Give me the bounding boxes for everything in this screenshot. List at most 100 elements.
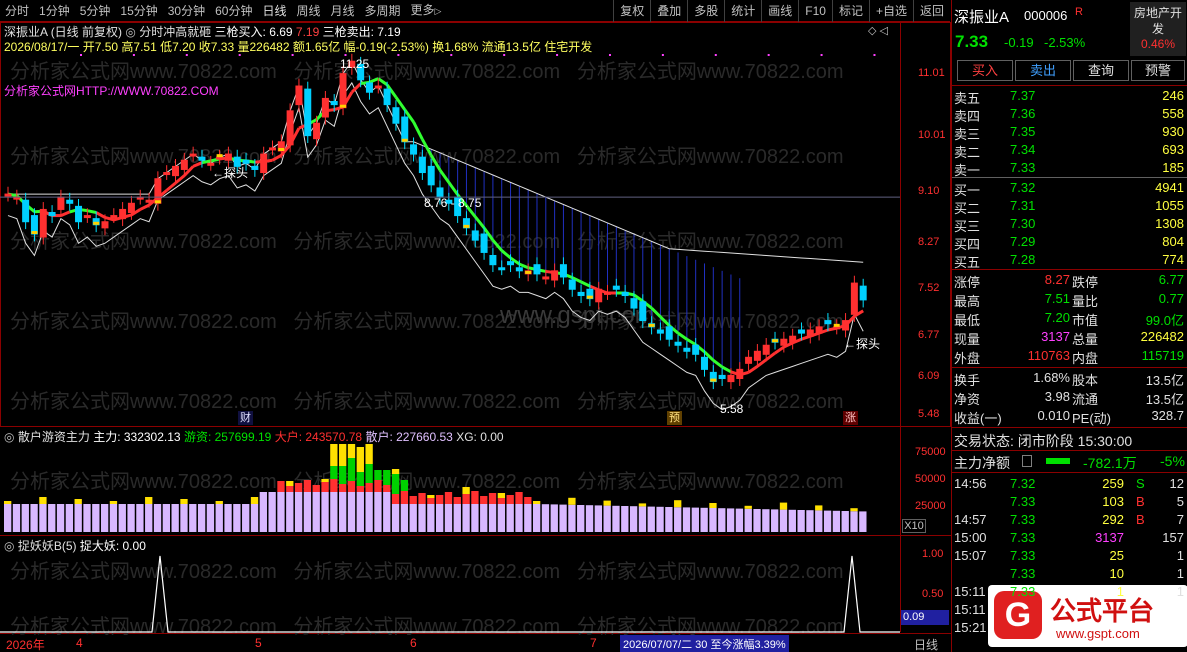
stat-value: 7.51 xyxy=(1044,291,1070,306)
signal-dot xyxy=(714,54,717,56)
candle-body xyxy=(154,178,162,204)
volume-bar-sanhu xyxy=(12,504,21,532)
volume-bar-youzi xyxy=(365,464,373,483)
stat-value: 3137 xyxy=(1041,329,1070,344)
period-5min[interactable]: 5分钟 xyxy=(75,0,116,22)
volume-bar-sanhu xyxy=(100,504,109,532)
bid-volume: 1055 xyxy=(1155,198,1184,213)
volume-bar-dahu xyxy=(383,485,391,492)
vol-title: 散户游资主力 xyxy=(17,430,90,444)
price-tick: 10.01 xyxy=(918,129,946,141)
quote-row: 买四 7.29 804 xyxy=(952,234,1187,252)
volume-bar-sanhu xyxy=(497,504,506,532)
volume-bar-sanhu xyxy=(4,504,12,532)
ma-segment xyxy=(518,262,529,270)
ma-segment xyxy=(139,203,150,211)
volume-bar-sanhu xyxy=(471,504,479,532)
huaxian-button[interactable]: 画线 xyxy=(761,0,798,22)
period-multi[interactable]: 多周期 xyxy=(360,0,406,22)
volume-bar-zhuli xyxy=(347,444,356,458)
tick-count: 1 xyxy=(1176,584,1184,599)
bid-label: 买三 xyxy=(954,219,981,234)
candle-body xyxy=(304,88,312,137)
low-label: 5.58 xyxy=(720,402,744,416)
quote-panel: 深振业A 000006 R 房地产开发 0.46% 7.33 -0.19 -2.… xyxy=(951,0,1187,652)
volume-bar-youzi xyxy=(391,474,400,494)
back-button[interactable]: 返回 xyxy=(912,0,950,22)
marker-zhang[interactable]: 涨 xyxy=(843,411,858,425)
candle-body xyxy=(824,320,832,325)
duogu-button[interactable]: 多股 xyxy=(687,0,724,22)
volume-bar-sanhu xyxy=(515,504,523,532)
sector-pct: 0.46% xyxy=(1140,37,1176,51)
side-change: -0.19 xyxy=(1004,35,1034,50)
net-detail-icon[interactable] xyxy=(1022,455,1032,467)
diejia-button[interactable]: 叠加 xyxy=(650,0,687,22)
candle-mark xyxy=(586,295,593,299)
volume-bar-zhuli xyxy=(339,444,347,466)
vol-unit: X10 xyxy=(902,519,926,533)
stat-value: 6.77 xyxy=(1158,272,1184,287)
volume-bar-zhuli xyxy=(391,469,400,474)
tongji-button[interactable]: 统计 xyxy=(724,0,761,22)
vol-toggle-icon[interactable]: ◎ xyxy=(4,430,14,444)
candle-body xyxy=(568,279,576,290)
volume-bar-sanhu xyxy=(242,504,250,532)
volume-bar-sanhu xyxy=(65,504,74,532)
period-1min[interactable]: 1分钟 xyxy=(34,0,75,22)
period-daily[interactable]: 日线 xyxy=(257,0,291,22)
candle-body xyxy=(507,261,515,266)
signal-dot xyxy=(132,54,135,56)
period-30min[interactable]: 30分钟 xyxy=(163,0,210,22)
volume-bar-dahu xyxy=(400,491,409,504)
volume-bar-sanhu xyxy=(303,492,312,532)
candle-mark xyxy=(463,224,470,228)
sector-box[interactable]: 房地产开发 0.46% xyxy=(1130,2,1186,56)
volume-bar-zhuli xyxy=(215,501,223,504)
indicator-toggle-icon[interactable]: ◎ xyxy=(125,25,135,39)
candle-body xyxy=(39,208,47,238)
chart-options-icons[interactable]: ◇ ◁ xyxy=(868,24,888,37)
tick-time: 14:57 xyxy=(954,512,987,527)
net-pct: -5% xyxy=(1160,453,1185,469)
ask-volume: 558 xyxy=(1162,106,1184,121)
biaoji-button[interactable]: 标记 xyxy=(831,0,869,22)
warn-button[interactable]: 预警 xyxy=(1131,60,1185,81)
period-15min[interactable]: 15分钟 xyxy=(115,0,162,22)
date-period[interactable]: 日线 xyxy=(914,636,938,652)
volume-bar-dahu xyxy=(444,492,453,504)
volume-bar-youzi xyxy=(383,470,391,485)
signal-toggle-icon[interactable]: ◎ xyxy=(4,539,14,553)
period-fenshi[interactable]: 分时 xyxy=(0,0,34,22)
period-60min[interactable]: 60分钟 xyxy=(210,0,257,22)
query-button[interactable]: 查询 xyxy=(1073,60,1129,81)
net-label: 主力净额 xyxy=(954,455,1010,471)
candle-body xyxy=(57,196,65,210)
volume-bar-zhuli xyxy=(180,499,188,504)
marker-yu[interactable]: 预 xyxy=(667,411,682,425)
f10-button[interactable]: F10 xyxy=(798,0,832,22)
volume-bar-dahu xyxy=(409,496,417,504)
volume-bar-sanhu xyxy=(674,507,682,532)
add-favorite-button[interactable]: +自选 xyxy=(868,0,913,22)
fuquan-button[interactable]: 复权 xyxy=(613,0,650,22)
ma-segment xyxy=(774,345,785,355)
volume-bar-youzi xyxy=(400,480,409,491)
tick-volume: 103 xyxy=(1102,494,1124,509)
stat-value: 110763 xyxy=(1027,348,1070,363)
candle-body xyxy=(313,122,321,140)
sell-button[interactable]: 卖出 xyxy=(1015,60,1071,81)
volume-bar-sanhu xyxy=(656,506,664,532)
period-weekly[interactable]: 周线 xyxy=(291,0,325,22)
marker-cai[interactable]: 财 xyxy=(238,411,253,425)
quote-row: 买五 7.28 774 xyxy=(952,252,1187,270)
buy-button[interactable]: 买入 xyxy=(957,60,1013,81)
period-more[interactable]: 更多▷ xyxy=(406,0,447,22)
ask-volume: 930 xyxy=(1162,124,1184,139)
candle-body xyxy=(806,329,814,337)
side-sep xyxy=(952,367,1187,368)
quote-row: 卖四 7.36 558 xyxy=(952,106,1187,124)
bid-volume: 4941 xyxy=(1155,180,1184,195)
period-monthly[interactable]: 月线 xyxy=(326,0,360,22)
candle-body xyxy=(700,356,708,370)
